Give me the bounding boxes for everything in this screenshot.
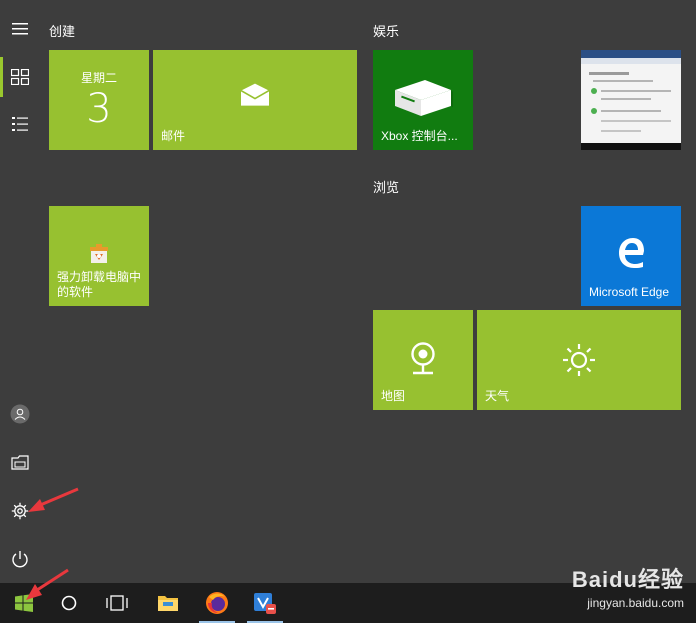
firefox-icon xyxy=(206,592,228,614)
calendar-tile[interactable]: 星期二 3 xyxy=(49,50,149,150)
preview-line xyxy=(589,72,629,75)
weather-tile-label: 天气 xyxy=(485,389,510,403)
uninstaller-app-icon xyxy=(87,241,111,270)
user-account-button[interactable] xyxy=(0,394,40,434)
xbox-console-icon xyxy=(393,76,465,121)
all-apps-button[interactable] xyxy=(0,104,40,144)
calendar-day-number: 3 xyxy=(86,86,112,132)
watermark-brand: Baidu经验 xyxy=(571,567,684,592)
taskbar-firefox-button[interactable] xyxy=(193,583,241,623)
baidu-jingyan-watermark: Baidu经验 jingyan.baidu.com xyxy=(572,562,684,610)
start-menu: 创建 娱乐 浏览 星期二 3 邮件 强力卸载电脑中的软件 Xbox 控制台...… xyxy=(0,0,696,583)
preview-toolbar xyxy=(581,58,681,64)
preview-line xyxy=(601,110,661,112)
document-preview-tile[interactable] xyxy=(581,50,681,150)
group-label-create[interactable]: 创建 xyxy=(49,21,75,40)
preview-check-icon xyxy=(591,88,597,94)
tiles-view-icon xyxy=(11,69,29,85)
task-view-button[interactable] xyxy=(93,583,141,623)
preview-line xyxy=(601,130,641,132)
mail-tile-label: 邮件 xyxy=(161,129,186,143)
tiles-view-button[interactable] xyxy=(0,57,40,97)
watermark-url: jingyan.baidu.com xyxy=(587,596,684,610)
user-account-icon xyxy=(10,404,30,424)
preview-titlebar xyxy=(581,50,681,58)
group-label-browse[interactable]: 浏览 xyxy=(373,177,399,196)
preview-line xyxy=(593,80,653,82)
sun-weather-icon xyxy=(562,343,596,382)
hamburger-menu-button[interactable] xyxy=(0,9,40,49)
preview-line xyxy=(601,120,671,122)
edge-tile-label: Microsoft Edge xyxy=(589,285,670,299)
taskbar-vpn-app-button[interactable] xyxy=(241,583,289,623)
calendar-day-name: 星期二 xyxy=(80,71,117,85)
uninstaller-tile-label: 强力卸载电脑中的软件 xyxy=(57,270,142,299)
preview-line xyxy=(601,98,651,100)
mail-icon xyxy=(239,83,271,112)
microsoft-edge-tile[interactable]: Microsoft Edge xyxy=(581,206,681,306)
taskbar-file-explorer-button[interactable] xyxy=(144,583,192,623)
edge-browser-icon xyxy=(617,238,645,273)
map-pin-icon xyxy=(409,342,437,381)
maps-tile[interactable]: 地图 xyxy=(373,310,473,410)
xbox-console-tile[interactable]: Xbox 控制台... xyxy=(373,50,473,150)
weather-tile[interactable]: 天气 xyxy=(477,310,681,410)
uninstaller-tile[interactable]: 强力卸载电脑中的软件 xyxy=(49,206,149,306)
mail-tile[interactable]: 邮件 xyxy=(153,50,357,150)
task-view-icon xyxy=(106,595,128,611)
preview-check-icon xyxy=(591,108,597,114)
vpn-app-icon xyxy=(254,593,276,614)
all-apps-list-icon xyxy=(12,117,28,131)
annotation-arrow-start xyxy=(26,568,69,600)
maps-tile-label: 地图 xyxy=(381,389,406,403)
group-label-entertainment[interactable]: 娱乐 xyxy=(373,21,399,40)
xbox-tile-label: Xbox 控制台... xyxy=(381,129,458,143)
file-explorer-icon xyxy=(11,455,29,470)
preview-line xyxy=(601,90,671,92)
hamburger-menu-icon xyxy=(12,23,28,35)
file-explorer-rail-button[interactable] xyxy=(0,442,40,482)
annotation-arrow-settings xyxy=(28,487,79,512)
power-icon xyxy=(12,551,28,568)
file-explorer-icon xyxy=(158,596,178,611)
preview-taskbar xyxy=(581,143,681,150)
